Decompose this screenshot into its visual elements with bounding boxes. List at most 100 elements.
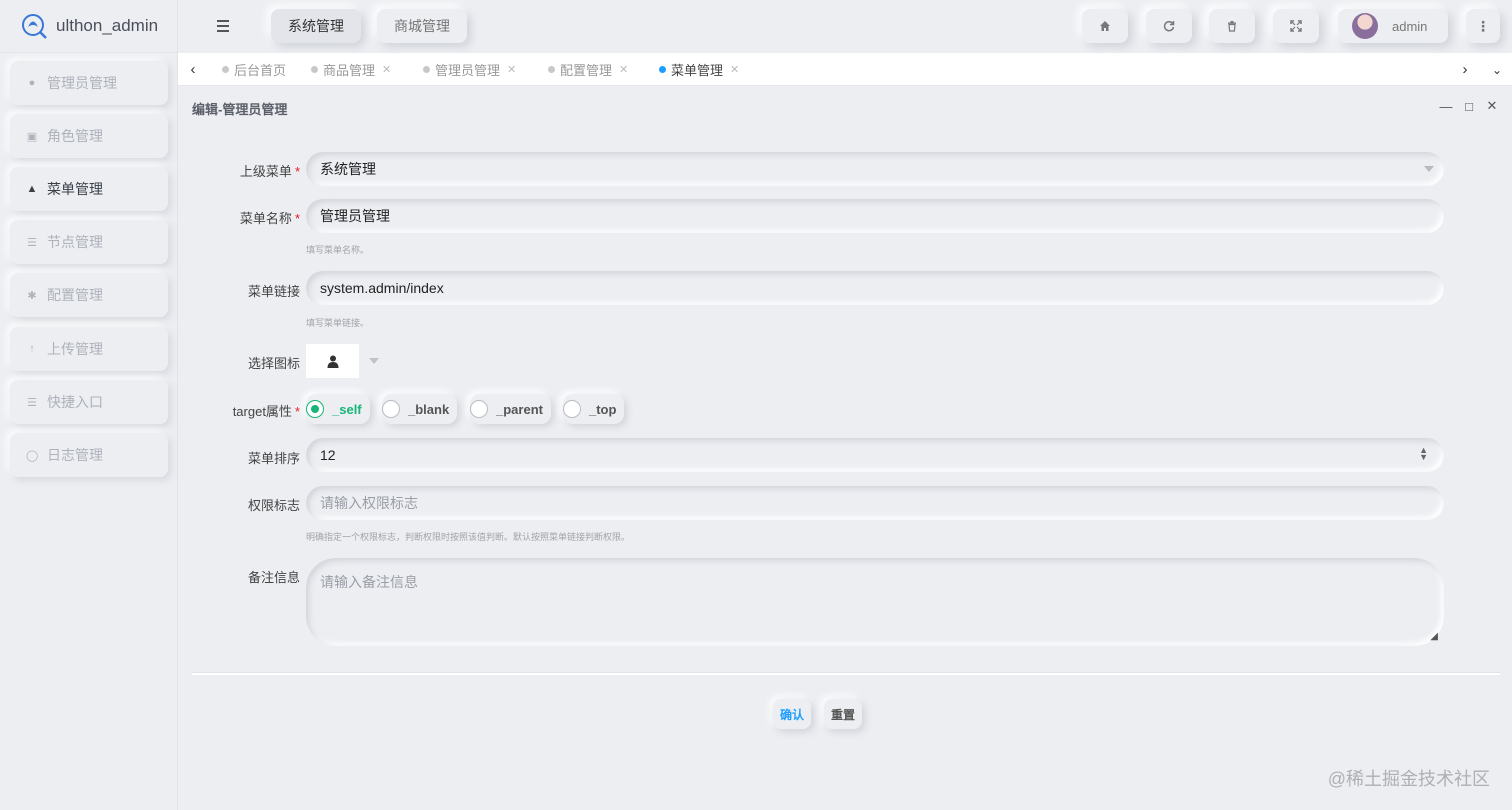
refresh-button[interactable] xyxy=(1146,9,1192,43)
sidebar-item-label: 管理员管理 xyxy=(47,75,117,91)
refresh-icon xyxy=(1163,20,1175,32)
auth-label: 权限标志 xyxy=(247,498,300,513)
remark-label: 备注信息 xyxy=(247,570,300,585)
sidebar-item-menu[interactable]: ▲ 菜单管理 xyxy=(10,167,168,211)
reset-button[interactable]: 重置 xyxy=(824,699,862,729)
icon-label: 选择图标 xyxy=(247,356,300,371)
radio-icon xyxy=(306,400,324,418)
tab-label: 商品管理 xyxy=(323,63,376,78)
tab-config[interactable]: 配置管理 ✕ xyxy=(548,53,628,86)
tab-home[interactable]: 后台首页 xyxy=(222,53,286,86)
tab-label: 配置管理 xyxy=(560,63,613,78)
parent-menu-label: 上级菜单 * xyxy=(239,164,300,179)
divider xyxy=(192,673,1500,675)
chevron-down-icon[interactable]: ⌄ xyxy=(1482,53,1512,86)
gear-icon: ✱ xyxy=(27,289,37,302)
sidebar: ● 管理员管理 ▣ 角色管理 ▲ 菜单管理 ☰ 节点管理 ✱ 配置管理 ↑ 上传… xyxy=(0,53,178,810)
close-icon[interactable]: ✕ xyxy=(619,63,628,76)
menu-link-hint: 填写菜单链接。 xyxy=(306,318,370,328)
tab-admin[interactable]: 管理员管理 ✕ xyxy=(423,53,516,86)
logo-icon xyxy=(22,14,47,39)
sidebar-item-quick[interactable]: ☰ 快捷入口 xyxy=(10,380,168,424)
remark-textarea[interactable]: 请输入备注信息 ◢ xyxy=(306,558,1444,646)
auth-input[interactable]: 请输入权限标志 xyxy=(306,486,1444,520)
list-icon: ☰ xyxy=(27,236,37,249)
target-label: target属性 * xyxy=(232,404,300,419)
user-name: admin xyxy=(1392,18,1428,34)
tab-label: 管理员管理 xyxy=(435,63,501,78)
parent-menu-select[interactable]: 系统管理 xyxy=(306,152,1444,186)
close-icon[interactable]: ✕ xyxy=(507,63,516,76)
fullscreen-icon xyxy=(1290,20,1302,32)
topnav-mall[interactable]: 商城管理 xyxy=(377,9,467,43)
sidebar-item-role[interactable]: ▣ 角色管理 xyxy=(10,114,168,158)
sidebar-item-upload[interactable]: ↑ 上传管理 xyxy=(10,327,168,371)
menu-link-input[interactable]: system.admin/index xyxy=(306,271,1444,305)
page-title: 编辑-管理员管理 xyxy=(192,102,288,117)
user-icon xyxy=(327,355,338,368)
upload-icon: ↑ xyxy=(29,343,35,355)
sort-input[interactable]: 12 ▲ ▼ xyxy=(306,438,1444,472)
target-radio-blank[interactable]: _blank xyxy=(382,394,458,424)
menu-name-input[interactable]: 管理员管理 xyxy=(306,199,1444,233)
radio-icon xyxy=(470,400,488,418)
fullscreen-button[interactable] xyxy=(1273,9,1319,43)
sidebar-item-label: 快捷入口 xyxy=(47,394,103,410)
home-icon xyxy=(1100,21,1110,31)
chevron-left-icon[interactable]: ‹ xyxy=(178,53,208,86)
role-icon: ▣ xyxy=(26,130,38,143)
sidebar-item-label: 配置管理 xyxy=(47,287,103,303)
list-icon: ☰ xyxy=(27,396,37,409)
topnav-system[interactable]: 系统管理 xyxy=(271,9,361,43)
trash-icon xyxy=(1228,21,1236,32)
tab-dot xyxy=(423,66,430,73)
tab-label: 后台首页 xyxy=(234,63,287,78)
sidebar-item-log[interactable]: ◯ 日志管理 xyxy=(10,433,168,477)
close-icon[interactable]: ✕ xyxy=(1484,98,1500,114)
close-icon[interactable]: ✕ xyxy=(730,63,739,76)
target-radio-parent[interactable]: _parent xyxy=(470,394,551,424)
more-button[interactable]: ⋮ xyxy=(1466,9,1500,43)
tree-icon: ▲ xyxy=(26,183,38,195)
chevron-down-icon[interactable] xyxy=(369,358,379,364)
tab-dot xyxy=(222,66,229,73)
radio-icon xyxy=(382,400,400,418)
tab-dot xyxy=(548,66,555,73)
sidebar-item-node[interactable]: ☰ 节点管理 xyxy=(10,220,168,264)
top-bar: ulthon_admin 系统管理 商城管理 admin ⋮ xyxy=(0,0,1512,53)
user-menu-button[interactable]: admin xyxy=(1338,9,1448,43)
chevron-right-icon[interactable]: › xyxy=(1450,53,1480,86)
menu-name-label: 菜单名称 * xyxy=(239,211,300,226)
minimize-icon[interactable]: — xyxy=(1438,98,1454,114)
confirm-button[interactable]: 确认 xyxy=(773,699,811,729)
tab-goods[interactable]: 商品管理 ✕ xyxy=(311,53,391,86)
chevron-down-icon xyxy=(1424,166,1434,172)
tab-label: 菜单管理 xyxy=(671,63,724,78)
tab-dot xyxy=(659,66,666,73)
icon-picker[interactable] xyxy=(306,344,359,378)
watermark: @稀土掘金技术社区 xyxy=(1327,769,1490,789)
tab-menu[interactable]: 菜单管理 ✕ xyxy=(659,53,739,86)
sidebar-item-label: 日志管理 xyxy=(47,447,103,463)
target-radio-self[interactable]: _self xyxy=(306,394,370,424)
stepper-icon[interactable]: ▲ ▼ xyxy=(1419,446,1428,462)
menu-toggle-icon[interactable] xyxy=(210,14,236,38)
clear-cache-button[interactable] xyxy=(1209,9,1255,43)
tab-dot xyxy=(311,66,318,73)
sidebar-item-admin[interactable]: ● 管理员管理 xyxy=(10,61,168,105)
more-icon: ⋮ xyxy=(1476,18,1490,34)
sidebar-item-label: 上传管理 xyxy=(47,341,103,357)
menu-link-label: 菜单链接 xyxy=(247,284,300,299)
sidebar-item-config[interactable]: ✱ 配置管理 xyxy=(10,273,168,317)
close-icon[interactable]: ✕ xyxy=(382,63,391,76)
app-name: ulthon_admin xyxy=(56,16,159,35)
menu-name-hint: 填写菜单名称。 xyxy=(306,245,370,255)
target-radio-top[interactable]: _top xyxy=(563,394,625,424)
log-icon: ◯ xyxy=(26,449,39,462)
resize-handle-icon[interactable]: ◢ xyxy=(1430,631,1438,642)
radio-icon xyxy=(563,400,581,418)
maximize-icon[interactable]: □ xyxy=(1461,98,1477,114)
app-logo[interactable]: ulthon_admin xyxy=(0,0,178,53)
auth-hint: 明确指定一个权限标志，判断权限时按照该值判断。默认按照菜单链接判断权限。 xyxy=(306,532,631,542)
home-button[interactable] xyxy=(1082,9,1128,43)
